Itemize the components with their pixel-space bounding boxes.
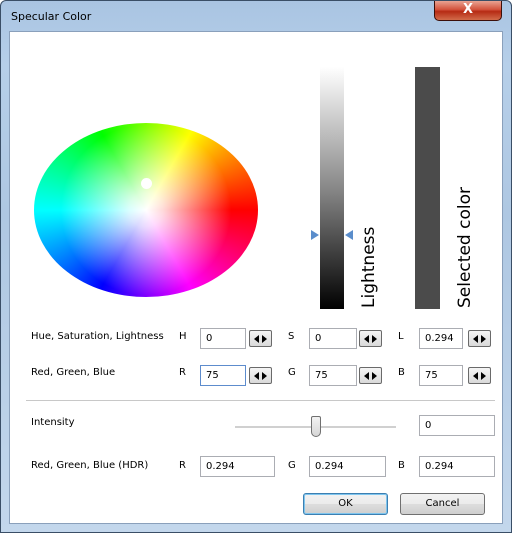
red-label: R — [179, 367, 186, 378]
intensity-field[interactable]: 0 — [419, 415, 495, 436]
title-bar[interactable]: Specular Color X — [1, 1, 511, 29]
green-label: G — [288, 367, 296, 378]
lightness-field[interactable]: 0.294 — [419, 328, 463, 349]
hue-field[interactable]: 0 — [200, 328, 246, 349]
hsl-row-label: Hue, Saturation, Lightness — [31, 331, 164, 342]
blue-label: B — [398, 367, 405, 378]
color-wheel-selector[interactable] — [141, 178, 152, 189]
close-icon: X — [462, 2, 474, 17]
window-title: Specular Color — [11, 10, 92, 23]
hdr-red-field[interactable]: 0.294 — [200, 456, 275, 477]
red-spin-button[interactable] — [249, 367, 272, 384]
hue-label: H — [179, 331, 187, 342]
intensity-slider-thumb[interactable] — [311, 416, 321, 437]
blue-field[interactable]: 75 — [419, 365, 463, 386]
green-spin-button[interactable] — [359, 367, 382, 384]
close-button[interactable]: X — [434, 1, 502, 21]
lightness-spin-button[interactable] — [468, 330, 491, 347]
color-wheel[interactable] — [34, 123, 258, 297]
lightness-label: Lightness — [359, 226, 379, 308]
lightness-value-label: L — [398, 331, 404, 342]
hue-spin-button[interactable] — [249, 330, 272, 347]
lightness-marker-left-icon[interactable] — [311, 230, 319, 240]
hdr-blue-label: B — [398, 460, 405, 471]
hdr-red-label: R — [179, 460, 186, 471]
rgb-hdr-row-label: Red, Green, Blue (HDR) — [31, 460, 149, 471]
green-field[interactable]: 75 — [309, 365, 357, 386]
dialog-window: Specular Color X Lightness Selected colo… — [0, 0, 512, 533]
saturation-label: S — [288, 331, 295, 342]
red-field[interactable]: 75 — [200, 365, 246, 386]
selected-color-swatch — [415, 67, 440, 309]
saturation-spin-button[interactable] — [359, 330, 382, 347]
cancel-button[interactable]: Cancel — [400, 493, 485, 515]
ok-button[interactable]: OK — [303, 493, 388, 515]
blue-spin-button[interactable] — [468, 367, 491, 384]
saturation-field[interactable]: 0 — [309, 328, 357, 349]
intensity-label: Intensity — [31, 417, 75, 428]
rgb-row-label: Red, Green, Blue — [31, 367, 116, 378]
section-divider — [26, 400, 495, 401]
hdr-blue-field[interactable]: 0.294 — [419, 456, 495, 477]
selected-color-label: Selected color — [455, 187, 475, 308]
hdr-green-field[interactable]: 0.294 — [309, 456, 386, 477]
hdr-green-label: G — [288, 460, 296, 471]
lightness-marker-right-icon[interactable] — [345, 230, 353, 240]
lightness-bar[interactable] — [320, 67, 344, 309]
